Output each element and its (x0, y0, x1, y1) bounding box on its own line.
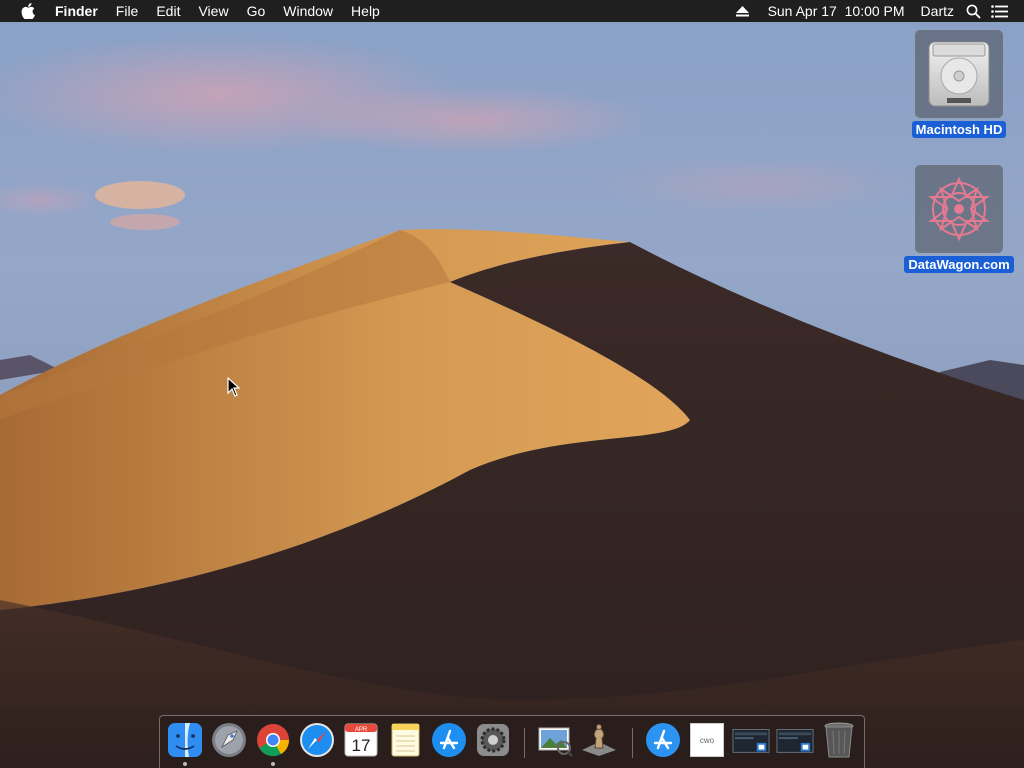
menu-bar: Finder File Edit View Go Window Help Sun… (0, 0, 1024, 22)
preview-icon (538, 727, 573, 757)
dock-trash[interactable] (820, 721, 858, 759)
dock-screenshot-1[interactable] (732, 721, 770, 759)
menu-file[interactable]: File (107, 0, 148, 22)
dock-chrome[interactable] (254, 721, 292, 759)
system-preferences-icon (477, 724, 509, 756)
menu-go[interactable]: Go (238, 0, 275, 22)
app-store-icon (646, 723, 680, 757)
menu-window[interactable]: Window (274, 0, 342, 22)
dock-preview[interactable] (536, 721, 574, 759)
safari-icon (300, 723, 334, 757)
datawagon-logo-icon (915, 165, 1003, 253)
desktop-icon-label[interactable]: DataWagon.com (904, 256, 1014, 273)
apple-icon[interactable] (19, 0, 37, 22)
dock-system-preferences[interactable] (474, 721, 512, 759)
dock-separator (632, 728, 633, 758)
dock-applications[interactable] (644, 721, 682, 759)
mouse-cursor-icon (227, 377, 241, 397)
desktop-icon-datawagon[interactable]: DataWagon.com (899, 165, 1019, 273)
dock-chess[interactable] (580, 721, 618, 759)
dock-separator (524, 728, 525, 758)
running-indicator (183, 762, 187, 766)
eject-icon[interactable] (730, 0, 756, 22)
clock[interactable]: Sun Apr 17 10:00 PM (762, 0, 911, 22)
dock-safari[interactable] (298, 721, 336, 759)
desktop-icon-label[interactable]: Macintosh HD (911, 121, 1007, 138)
screenshot-icon (732, 729, 770, 753)
app-store-icon (432, 723, 466, 757)
calendar-month: APR (355, 727, 368, 733)
document-icon: cwo (690, 723, 724, 757)
dock-finder[interactable] (166, 721, 204, 759)
dock-screenshot-2[interactable] (776, 721, 814, 759)
menu-app-finder[interactable]: Finder (53, 0, 107, 22)
desktop: Finder File Edit View Go Window Help Sun… (0, 0, 1024, 768)
wallpaper (0, 0, 1024, 768)
notes-icon (391, 723, 420, 757)
dock-launchpad[interactable] (210, 721, 248, 759)
menu-view[interactable]: View (189, 0, 237, 22)
dock-document[interactable]: cwo (688, 721, 726, 759)
calendar-day: 17 (352, 736, 371, 755)
screenshot-icon (776, 729, 814, 753)
dock-calendar[interactable]: APR 17 (342, 721, 380, 759)
calendar-icon: APR 17 (344, 723, 378, 757)
list-icon[interactable] (986, 0, 1012, 22)
dock: APR 17 cwo (159, 715, 865, 768)
hard-drive-icon (915, 30, 1003, 118)
menu-help[interactable]: Help (342, 0, 389, 22)
trash-icon (824, 722, 854, 758)
user-menu[interactable]: Dartz (915, 0, 960, 22)
finder-icon (168, 723, 202, 757)
chrome-icon (257, 724, 290, 757)
launchpad-icon (212, 723, 246, 757)
dock-app-store[interactable] (430, 721, 468, 759)
dock-notes[interactable] (386, 721, 424, 759)
menu-edit[interactable]: Edit (147, 0, 189, 22)
chess-icon (582, 724, 616, 756)
search-icon[interactable] (960, 0, 986, 22)
running-indicator (271, 762, 275, 766)
desktop-icon-macintosh-hd[interactable]: Macintosh HD (899, 30, 1019, 138)
document-thumbnail-text: cwo (699, 735, 715, 745)
